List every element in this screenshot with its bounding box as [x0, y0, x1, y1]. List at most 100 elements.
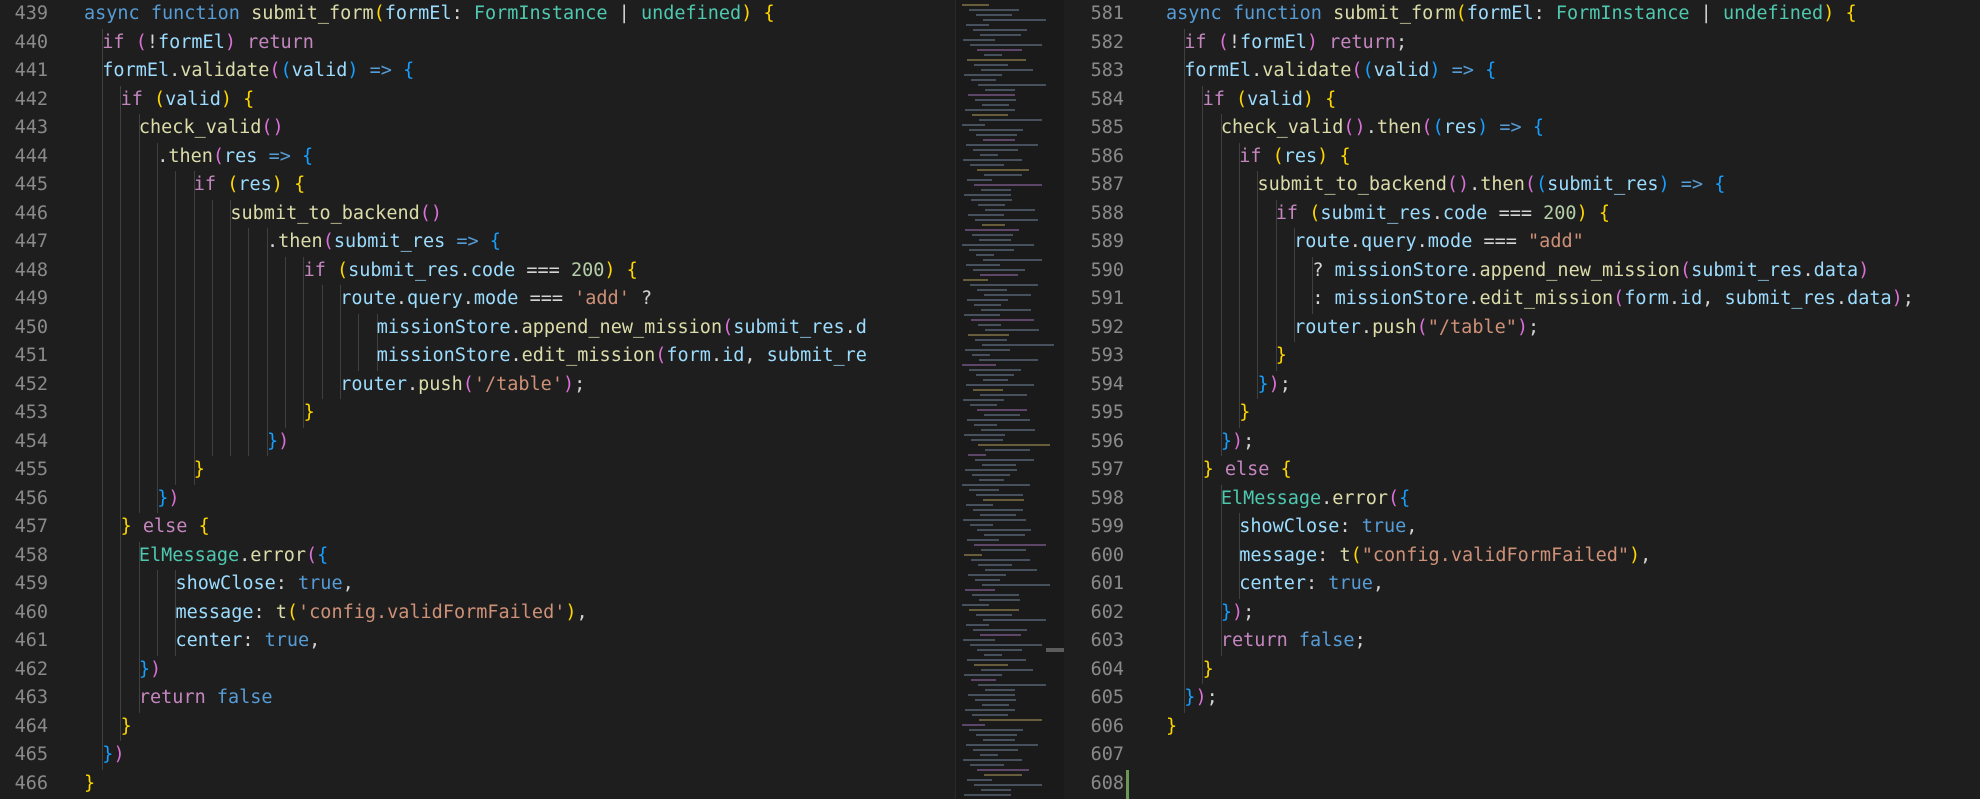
- code-line[interactable]: 463 return false: [0, 684, 955, 713]
- indent-guide: [102, 399, 103, 428]
- code-token: (: [1524, 174, 1536, 195]
- line-number: 446: [14, 202, 48, 224]
- code-token: {: [489, 231, 501, 252]
- code-line[interactable]: 599 showClose: true,: [1064, 513, 1980, 542]
- code-line[interactable]: 591: missionStore.edit_mission(form.id, …: [1064, 285, 1980, 314]
- code-line[interactable]: 583 formEl.validate((valid) => {: [1064, 57, 1980, 86]
- code-line[interactable]: 439 async function submit_form(formEl: Fo…: [0, 0, 955, 29]
- code-token: if: [303, 259, 338, 281]
- indent-guide: [175, 171, 177, 200]
- code-line[interactable]: 457} else {: [0, 513, 955, 542]
- code-line[interactable]: 608: [1064, 770, 1980, 799]
- code-line[interactable]: 589 route.query.mode === "add": [1064, 228, 1980, 257]
- indent-guide: [138, 285, 140, 314]
- minimap-line: [967, 539, 999, 541]
- code-line[interactable]: 453}: [0, 399, 955, 428]
- code-token: :: [253, 601, 276, 623]
- code-line[interactable]: 606}: [1064, 713, 1980, 742]
- code-line[interactable]: 605});: [1064, 684, 1980, 713]
- minimap-line: [963, 159, 1022, 161]
- code-line[interactable]: 442 if (valid) {: [0, 85, 955, 114]
- code-text: route.query.mode === 'add' ?: [340, 285, 652, 314]
- code-line[interactable]: 581 async function submit_form(formEl: Fo…: [1064, 0, 1980, 29]
- code-token: }: [1275, 345, 1287, 366]
- minimap-line: [984, 414, 1020, 416]
- code-line[interactable]: 459 showClose: true,: [0, 570, 955, 599]
- code-line[interactable]: 466}: [0, 770, 955, 799]
- code-line[interactable]: 582 if (!formEl) return;: [1064, 28, 1980, 57]
- code-line[interactable]: 584 if (valid) {: [1064, 85, 1980, 114]
- minimap-line: [975, 339, 1007, 341]
- line-number: 595: [1090, 402, 1124, 423]
- code-line[interactable]: 447 .then(submit_res => {: [0, 228, 955, 257]
- indent-guide: [1184, 256, 1185, 285]
- indent-guide: [138, 313, 140, 342]
- code-line[interactable]: 445 if (res) {: [0, 171, 955, 200]
- code-line[interactable]: 461 center: true,: [0, 627, 955, 656]
- minimap-line: [970, 644, 1042, 646]
- minimap-slider[interactable]: [1046, 648, 1065, 652]
- code-line[interactable]: 465}): [0, 741, 955, 770]
- indent-guide: [1184, 370, 1185, 399]
- code-line[interactable]: 603 return false;: [1064, 627, 1980, 656]
- code-line[interactable]: 451 missionStore.edit_mission(form.id, su…: [0, 342, 955, 371]
- code-line[interactable]: 593}: [1064, 342, 1980, 371]
- line-number: 584: [1090, 88, 1124, 110]
- indent-guide: [1275, 313, 1277, 342]
- minimap-line: [979, 599, 1021, 601]
- code-line[interactable]: 441 formEl.validate((valid) => {: [0, 57, 955, 86]
- indent-guide: [156, 399, 158, 428]
- code-line[interactable]: 443 check_valid(): [0, 114, 955, 143]
- code-line[interactable]: 464}: [0, 712, 955, 741]
- code-line[interactable]: 602});: [1064, 598, 1980, 627]
- code-line[interactable]: 604}: [1064, 655, 1980, 684]
- minimap-line: [976, 14, 1012, 16]
- minimap[interactable]: [955, 0, 1066, 799]
- minimap-line: [984, 534, 1025, 536]
- indent-guide: [120, 313, 122, 342]
- indent-guide: [211, 228, 213, 257]
- code-text: center: true,: [176, 627, 321, 656]
- editor-pane-left[interactable]: 439 async function submit_form(formEl: Fo…: [0, 0, 955, 799]
- indent-guide: [1220, 541, 1222, 570]
- code-line[interactable]: 450 missionStore.append_new_mission(submi…: [0, 313, 955, 342]
- code-line[interactable]: 585 check_valid().then((res) => {: [1064, 114, 1980, 143]
- code-line[interactable]: 590? missionStore.append_new_mission(sub…: [1064, 256, 1980, 285]
- code-line[interactable]: 448 if (submit_res.code === 200) {: [0, 256, 955, 285]
- code-line[interactable]: 587 submit_to_backend().then((submit_res)…: [1064, 171, 1980, 200]
- code-line[interactable]: 586 if (res) {: [1064, 142, 1980, 171]
- code-line[interactable]: 455}: [0, 456, 955, 485]
- code-line[interactable]: 444 .then(res => {: [0, 142, 955, 171]
- code-line[interactable]: 607: [1064, 741, 1980, 770]
- minimap-line: [968, 214, 1004, 216]
- code-line[interactable]: 598 ElMessage.error({: [1064, 484, 1980, 513]
- code-token: ): [278, 430, 290, 452]
- code-line[interactable]: 600 message: t("config.validFormFailed"),: [1064, 541, 1980, 570]
- indent-guide: [156, 171, 158, 200]
- code-line[interactable]: 601 center: true,: [1064, 570, 1980, 599]
- editor-pane-right[interactable]: 581 async function submit_form(formEl: Fo…: [1064, 0, 1980, 799]
- code-line[interactable]: 458 ElMessage.error({: [0, 541, 955, 570]
- code-line[interactable]: 440 if (!formEl) return: [0, 28, 955, 57]
- indent-guide: [1184, 285, 1185, 314]
- indent-guide: [248, 427, 250, 456]
- code-line[interactable]: 592 router.push("/table");: [1064, 313, 1980, 342]
- code-line[interactable]: 456}): [0, 484, 955, 513]
- indent-guide: [1184, 228, 1185, 257]
- code-line[interactable]: 452 router.push('/table');: [0, 370, 955, 399]
- minimap-line: [962, 124, 985, 126]
- code-token: query: [407, 288, 463, 309]
- code-line[interactable]: 595}: [1064, 399, 1980, 428]
- code-line[interactable]: 460 message: t('config.validFormFailed'),: [0, 598, 955, 627]
- indent-guide: [1202, 484, 1204, 513]
- code-line[interactable]: 588 if (submit_res.code === 200) {: [1064, 199, 1980, 228]
- indent-guide: [211, 199, 213, 228]
- minimap-line: [962, 4, 989, 6]
- code-line[interactable]: 594});: [1064, 370, 1980, 399]
- code-line[interactable]: 454}): [0, 427, 955, 456]
- code-line[interactable]: 596});: [1064, 427, 1980, 456]
- code-line[interactable]: 446 submit_to_backend(): [0, 199, 955, 228]
- code-line[interactable]: 597} else {: [1064, 456, 1980, 485]
- code-line[interactable]: 462}): [0, 655, 955, 684]
- code-line[interactable]: 449 route.query.mode === 'add' ?: [0, 285, 955, 314]
